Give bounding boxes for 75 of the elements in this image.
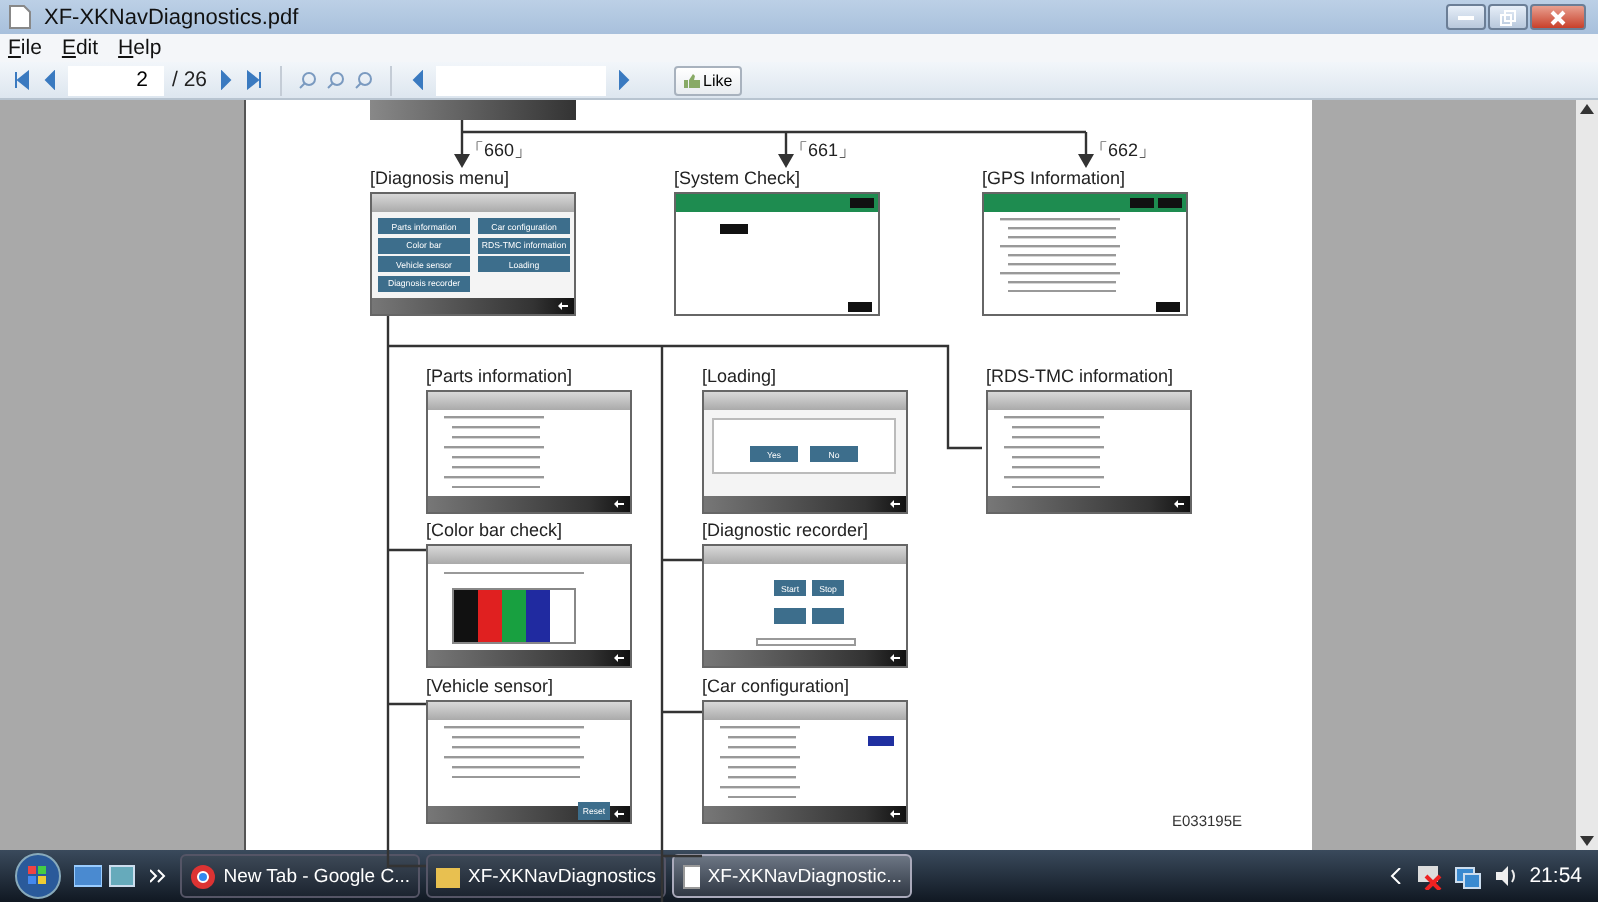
- flag-icon[interactable]: [1413, 863, 1442, 889]
- menu-item[interactable]: Edit: [61, 36, 99, 60]
- prev-arrow-icon[interactable]: [407, 70, 428, 90]
- branch-label: 「660」: [466, 140, 533, 162]
- screen-caption: [GPS Information]: [982, 168, 1126, 190]
- screen-caption: [Vehicle sensor]: [426, 676, 554, 698]
- color-bars-drawing: [452, 588, 576, 644]
- zoom-in-icon[interactable]: [297, 70, 318, 90]
- zoom-out-icon[interactable]: [325, 70, 346, 90]
- progress-field: [756, 638, 856, 646]
- restore-button[interactable]: [1488, 4, 1528, 30]
- next-arrow-icon[interactable]: [613, 70, 634, 90]
- zoom-icon[interactable]: [353, 70, 374, 90]
- window-title: XF-XKNavDiagnostics.pdf: [44, 5, 299, 29]
- desktop-icon[interactable]: [74, 864, 102, 888]
- page-count: / 26: [172, 68, 208, 92]
- window-switch-icon[interactable]: [108, 864, 136, 888]
- text-lines-drawing: [1000, 218, 1120, 293]
- minimize-button[interactable]: [1446, 4, 1486, 30]
- back-icon: [890, 810, 900, 818]
- network-icon[interactable]: [1453, 863, 1482, 889]
- prev-page-icon[interactable]: [40, 70, 60, 90]
- restore-icon: [1500, 9, 1516, 25]
- scroll-track[interactable]: [435, 65, 606, 95]
- branch-label: 「661」: [790, 140, 857, 162]
- screen-caption: [Loading]: [702, 366, 777, 388]
- menu-item[interactable]: File: [8, 36, 42, 60]
- text-lines-drawing: [444, 726, 584, 779]
- branch-label: 「662」: [1090, 140, 1157, 162]
- screen-caption: [Color bar check]: [426, 520, 563, 542]
- document-icon: [682, 863, 700, 889]
- thumbs-up-icon: [683, 73, 700, 87]
- back-icon: [614, 500, 624, 508]
- menu-item[interactable]: Help: [118, 36, 162, 60]
- browser-icon: [190, 863, 216, 889]
- back-icon: [890, 654, 900, 662]
- screen-caption: [Diagnosis menu]: [370, 168, 510, 190]
- chevron-icon[interactable]: [150, 868, 166, 884]
- close-button[interactable]: [1530, 4, 1586, 30]
- next-page-icon[interactable]: [215, 70, 236, 90]
- taskbar-button[interactable]: XF-XKNavDiagnostics: [426, 854, 666, 898]
- footer-button[interactable]: [1156, 301, 1180, 311]
- taskbar-button[interactable]: New Tab - Google C...: [180, 854, 420, 898]
- status-badge: [720, 224, 748, 234]
- document-icon: [8, 4, 32, 30]
- back-icon: [614, 810, 624, 818]
- first-page-icon[interactable]: [12, 70, 32, 90]
- screen-caption: [Parts information]: [426, 366, 573, 388]
- back-icon: [614, 654, 624, 662]
- footer-button[interactable]: [848, 301, 872, 311]
- scrollbar[interactable]: [1576, 100, 1598, 850]
- text-lines-drawing: [444, 416, 544, 489]
- text-lines-drawing: [444, 572, 584, 575]
- like-button[interactable]: Like: [673, 65, 743, 95]
- text-lines-drawing: [720, 726, 800, 799]
- page-number-field[interactable]: 2: [68, 65, 164, 95]
- screen-caption: [System Check]: [674, 168, 801, 190]
- chevron-icon[interactable]: [1389, 868, 1402, 884]
- screen-caption: [Car configuration]: [702, 676, 850, 698]
- text-lines-drawing: [1004, 416, 1104, 489]
- scroll-down-icon[interactable]: [1580, 836, 1594, 846]
- last-page-icon[interactable]: [243, 70, 264, 90]
- scroll-up-icon[interactable]: [1580, 104, 1594, 114]
- speaker-icon[interactable]: [1493, 864, 1518, 888]
- back-icon: [558, 302, 568, 310]
- back-icon: [1174, 500, 1184, 508]
- folder-icon: [436, 863, 461, 889]
- close-icon: [1550, 9, 1566, 25]
- clock: 21:54: [1529, 864, 1582, 888]
- back-icon: [890, 500, 900, 508]
- screen-caption: [Diagnostic recorder]: [702, 520, 869, 542]
- taskbar-button[interactable]: XF-XKNavDiagnostic...: [672, 854, 912, 898]
- selected-option: [868, 736, 894, 746]
- minimize-icon: [1458, 15, 1474, 19]
- screen-caption: [RDS-TMC information]: [986, 366, 1174, 388]
